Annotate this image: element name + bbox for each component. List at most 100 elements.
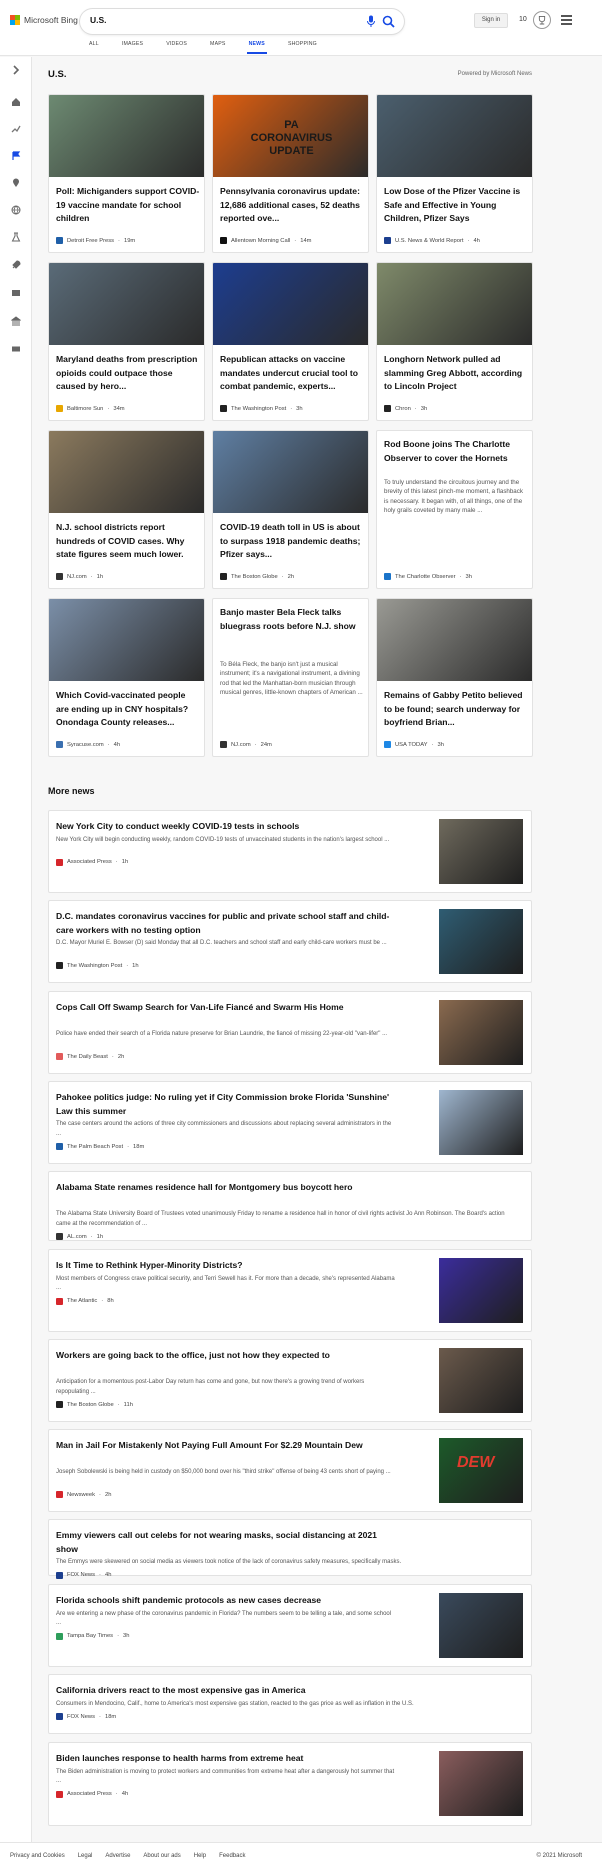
news-card-image[interactable] <box>377 95 532 177</box>
more-news-source[interactable]: The Washington Post · 1h <box>56 962 139 969</box>
more-news-row[interactable]: Florida schools shift pandemic protocols… <box>48 1584 532 1667</box>
footer-link[interactable]: Advertise <box>105 1853 130 1859</box>
news-card-source[interactable]: The Washington Post · 3h <box>220 405 303 412</box>
news-card-title[interactable]: Rod Boone joins The Charlotte Observer t… <box>384 438 528 465</box>
news-card-source[interactable]: Detroit Free Press · 19m <box>56 237 135 244</box>
news-card-source[interactable]: NJ.com · 1h <box>56 573 103 580</box>
more-news-source[interactable]: Associated Press · 4h <box>56 1790 128 1798</box>
rocket-icon[interactable] <box>11 260 21 270</box>
news-card[interactable]: Remains of Gabby Petito believed to be f… <box>376 598 533 757</box>
news-card[interactable]: Poll: Michiganders support COVID-19 vacc… <box>48 94 205 253</box>
footer-link[interactable]: Feedback <box>219 1853 245 1859</box>
more-news-row[interactable]: Alabama State renames residence hall for… <box>48 1171 532 1241</box>
news-card[interactable]: Longhorn Network pulled ad slamming Greg… <box>376 262 533 421</box>
news-card-source[interactable]: Chron · 3h <box>384 405 427 412</box>
news-card[interactable]: Banjo master Bela Fleck talks bluegrass … <box>212 598 369 757</box>
news-card-image[interactable] <box>213 431 368 513</box>
news-card-title[interactable]: Remains of Gabby Petito believed to be f… <box>384 689 528 730</box>
search-box[interactable]: U.S. <box>80 9 404 34</box>
news-card[interactable]: COVID-19 death toll in US is about to su… <box>212 430 369 589</box>
more-news-source[interactable]: The Palm Beach Post · 18m <box>56 1143 144 1150</box>
more-news-thumbnail[interactable] <box>439 1348 523 1413</box>
news-card-title[interactable]: Low Dose of the Pfizer Vaccine is Safe a… <box>384 185 528 226</box>
trending-icon[interactable] <box>11 124 21 134</box>
more-news-thumbnail[interactable] <box>439 1090 523 1155</box>
more-news-title[interactable]: Emmy viewers call out celebs for not wea… <box>56 1529 396 1556</box>
more-news-row[interactable]: Cops Call Off Swamp Search for Van-Life … <box>48 991 532 1074</box>
news-card-source[interactable]: Syracuse.com · 4h <box>56 741 120 748</box>
expand-icon[interactable] <box>11 65 21 75</box>
news-card[interactable]: Republican attacks on vaccine mandates u… <box>212 262 369 421</box>
rewards-trophy-icon[interactable] <box>533 11 551 29</box>
news-card[interactable]: PA CORONAVIRUS UPDATE Pennsylvania corona… <box>212 94 369 253</box>
more-news-title[interactable]: D.C. mandates coronavirus vaccines for p… <box>56 910 396 937</box>
footer-link[interactable]: Help <box>194 1853 206 1859</box>
news-card-image[interactable] <box>49 431 204 513</box>
news-card[interactable]: Maryland deaths from prescription opioid… <box>48 262 205 421</box>
news-card-title[interactable]: COVID-19 death toll in US is about to su… <box>220 521 364 562</box>
news-card-title[interactable]: Poll: Michiganders support COVID-19 vacc… <box>56 185 200 226</box>
more-news-title[interactable]: Cops Call Off Swamp Search for Van-Life … <box>56 1001 396 1015</box>
news-card-image[interactable] <box>377 263 532 345</box>
news-card[interactable]: N.J. school districts report hundreds of… <box>48 430 205 589</box>
entertainment-icon[interactable] <box>11 288 21 298</box>
more-news-source[interactable]: FOX News · 18m <box>56 1713 116 1720</box>
more-news-title[interactable]: California drivers react to the most exp… <box>56 1684 396 1698</box>
more-news-row[interactable]: New York City to conduct weekly COVID-19… <box>48 810 532 893</box>
more-news-source[interactable]: AL.com · 1h <box>56 1233 103 1240</box>
news-card-title[interactable]: Which Covid-vaccinated people are ending… <box>56 689 200 730</box>
location-pin-icon[interactable] <box>11 178 21 188</box>
news-card-source[interactable]: NJ.com · 24m <box>220 741 272 748</box>
more-news-row[interactable]: Emmy viewers call out celebs for not wea… <box>48 1519 532 1579</box>
news-card[interactable]: Rod Boone joins The Charlotte Observer t… <box>376 430 533 589</box>
hamburger-menu-icon[interactable] <box>561 15 572 25</box>
news-card-source[interactable]: USA TODAY · 3h <box>384 741 444 748</box>
search-input[interactable]: U.S. <box>90 15 107 25</box>
news-card-title[interactable]: N.J. school districts report hundreds of… <box>56 521 200 562</box>
more-news-row[interactable]: Is It Time to Rethink Hyper-Minority Dis… <box>48 1249 532 1332</box>
more-news-row[interactable]: D.C. mandates coronavirus vaccines for p… <box>48 900 532 983</box>
news-card[interactable]: Which Covid-vaccinated people are ending… <box>48 598 205 757</box>
tab-images[interactable]: IMAGES <box>122 41 143 47</box>
more-news-thumbnail[interactable] <box>439 909 523 974</box>
footer-link[interactable]: Legal <box>78 1853 93 1859</box>
news-card-source[interactable]: The Charlotte Observer · 3h <box>384 573 472 580</box>
search-icon[interactable] <box>382 15 395 28</box>
microphone-icon[interactable] <box>366 15 376 28</box>
more-news-title[interactable]: Biden launches response to health harms … <box>56 1752 396 1766</box>
news-card-image[interactable]: PA CORONAVIRUS UPDATE <box>213 95 368 177</box>
rewards-count[interactable]: 10 <box>519 16 527 23</box>
more-news-thumbnail[interactable]: DEW <box>439 1438 523 1503</box>
money-icon[interactable] <box>11 344 21 354</box>
more-news-source[interactable]: Tampa Bay Times · 3h <box>56 1632 129 1640</box>
news-card-title[interactable]: Maryland deaths from prescription opioid… <box>56 353 200 394</box>
more-news-thumbnail[interactable] <box>439 1593 523 1658</box>
more-news-source[interactable]: The Daily Beast · 2h <box>56 1053 124 1060</box>
footer-link[interactable]: About our ads <box>143 1853 180 1859</box>
more-news-source[interactable]: Newsweek · 2h <box>56 1491 111 1498</box>
more-news-row[interactable]: Biden launches response to health harms … <box>48 1742 532 1826</box>
more-news-title[interactable]: Workers are going back to the office, ju… <box>56 1349 396 1363</box>
news-card-image[interactable] <box>377 599 532 681</box>
news-card-source[interactable]: Baltimore Sun · 34m <box>56 405 125 412</box>
tab-shopping[interactable]: SHOPPING <box>288 41 317 47</box>
more-news-thumbnail[interactable] <box>439 1751 523 1816</box>
more-news-source[interactable]: Associated Press · 1h <box>56 858 128 866</box>
politics-building-icon[interactable] <box>11 316 21 326</box>
home-icon[interactable] <box>11 97 21 107</box>
news-card-image[interactable] <box>213 263 368 345</box>
bing-logo[interactable]: Microsoft Bing <box>10 13 78 27</box>
news-card-image[interactable] <box>49 599 204 681</box>
news-card[interactable]: Low Dose of the Pfizer Vaccine is Safe a… <box>376 94 533 253</box>
more-news-row[interactable]: Man in Jail For Mistakenly Not Paying Fu… <box>48 1429 532 1512</box>
more-news-row[interactable]: Workers are going back to the office, ju… <box>48 1339 532 1422</box>
news-card-image[interactable] <box>49 263 204 345</box>
news-card-title[interactable]: Pennsylvania coronavirus update: 12,686 … <box>220 185 364 226</box>
news-card-title[interactable]: Longhorn Network pulled ad slamming Greg… <box>384 353 528 394</box>
more-news-source[interactable]: The Boston Globe · 11h <box>56 1401 133 1408</box>
sign-in-button[interactable]: Sign in <box>474 13 508 28</box>
more-news-title[interactable]: Man in Jail For Mistakenly Not Paying Fu… <box>56 1439 396 1453</box>
tab-videos[interactable]: VIDEOS <box>166 41 187 47</box>
news-card-source[interactable]: Allentown Morning Call · 14m <box>220 237 312 244</box>
more-news-title[interactable]: Is It Time to Rethink Hyper-Minority Dis… <box>56 1259 396 1273</box>
